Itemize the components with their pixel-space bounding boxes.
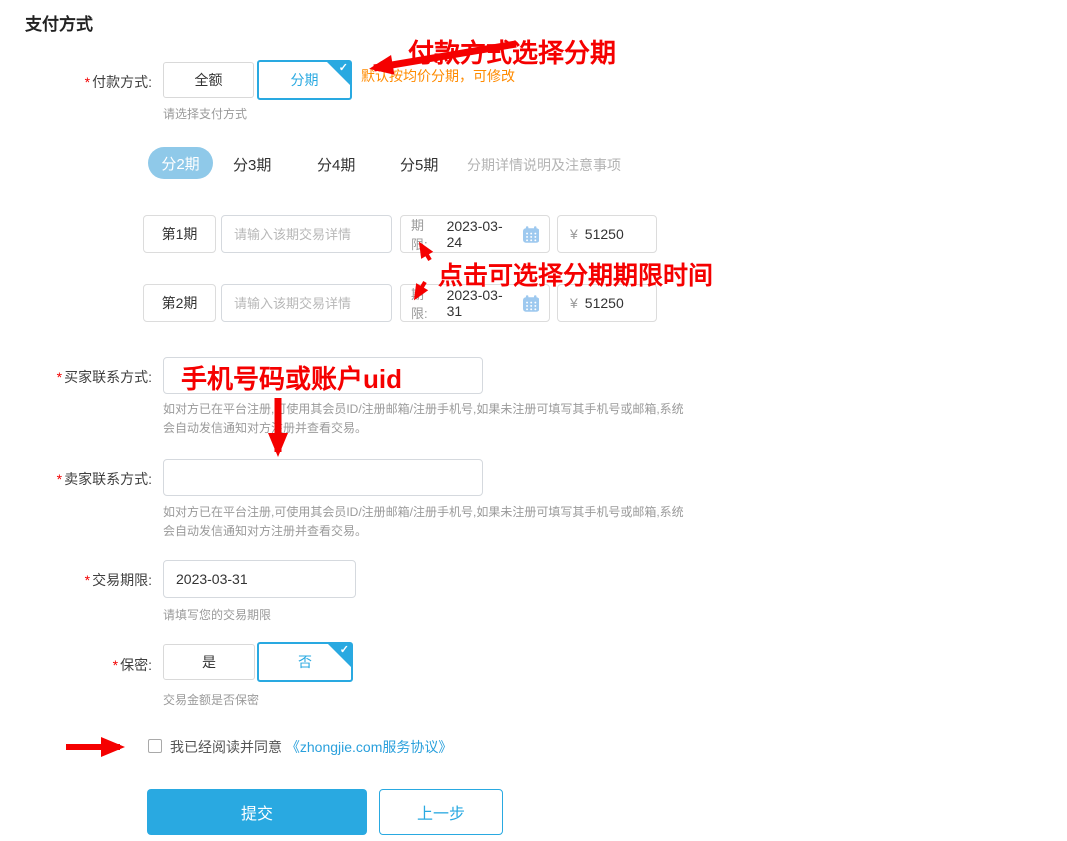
arrow-to-installment-button [374,44,516,68]
seller-contact-helper: 如对方已在平台注册,可使用其会员ID/注册邮箱/注册手机号,如果未注册可填写其手… [163,503,687,541]
period-2-deadline-date: 2023-03-31 [447,287,516,319]
agreement-text: 我已经阅读并同意 《zhongjie.com服务协议》 [170,737,452,757]
check-icon: ✓ [339,61,348,74]
period-1-label-box: 第1期 [143,215,216,253]
tab-3-installments[interactable]: 分3期 [233,154,271,175]
installment-payment-option-button[interactable]: 分期 ✓ [257,60,352,100]
check-icon: ✓ [340,643,349,656]
seller-contact-input[interactable] [163,459,483,496]
installment-info-link[interactable]: 分期详情说明及注意事项 [467,155,621,175]
page-title: 支付方式 [25,10,93,35]
period-1-amount-box[interactable]: ¥ 51250 [557,215,657,253]
deal-deadline-helper: 请填写您的交易期限 [163,606,271,623]
full-payment-option-button[interactable]: 全额 [163,62,254,98]
calendar-icon[interactable] [523,295,539,312]
payment-method-helper: 请选择支付方式 [163,105,247,122]
secrecy-no-button[interactable]: 否 ✓ [257,642,353,682]
period-2-detail-input[interactable] [221,284,392,322]
annotation-choose-installment: 付款方式选择分期 [408,33,616,70]
period-1-detail-input[interactable] [221,215,392,253]
tab-4-installments[interactable]: 分4期 [317,154,355,175]
buyer-contact-input[interactable] [163,357,483,394]
period-2-label-box: 第2期 [143,284,216,322]
currency-symbol: ¥ [570,226,578,242]
currency-symbol: ¥ [570,295,578,311]
seller-contact-label: *卖家联系方式: [0,469,152,489]
payment-method-label: *付款方式: [0,72,152,92]
agreement-checkbox[interactable] [148,739,162,753]
period-2-deadline-box[interactable]: 期限: 2023-03-31 [400,284,550,322]
secrecy-helper: 交易金额是否保密 [163,691,259,708]
tab-2-installments[interactable]: 分2期 [148,147,213,179]
payment-method-page: 支付方式 *付款方式: 全额 分期 ✓ 默认按均价分期，可修改 请选择支付方式 … [0,0,1067,841]
deal-deadline-label: *交易期限: [0,570,152,590]
required-asterisk: * [85,74,90,90]
required-asterisk: * [113,657,118,673]
previous-step-button[interactable]: 上一步 [379,789,503,835]
period-1-deadline-date: 2023-03-24 [447,218,516,250]
submit-button[interactable]: 提交 [147,789,367,835]
period-2-amount: 51250 [585,295,624,311]
installment-default-note: 默认按均价分期，可修改 [361,66,515,86]
secrecy-yes-button[interactable]: 是 [163,644,255,680]
required-asterisk: * [57,369,62,385]
tab-5-installments[interactable]: 分5期 [400,154,438,175]
period-1-amount: 51250 [585,226,624,242]
deal-deadline-input[interactable] [163,560,356,598]
period-1-deadline-box[interactable]: 期限: 2023-03-24 [400,215,550,253]
buyer-contact-helper: 如对方已在平台注册,可使用其会员ID/注册邮箱/注册手机号,如果未注册可填写其手… [163,400,687,438]
buyer-contact-label: *买家联系方式: [0,367,152,387]
calendar-icon[interactable] [523,226,539,243]
secrecy-label: *保密: [0,655,152,675]
period-2-amount-box[interactable]: ¥ 51250 [557,284,657,322]
required-asterisk: * [57,471,62,487]
service-agreement-link[interactable]: 《zhongjie.com服务协议》 [286,739,453,755]
required-asterisk: * [85,572,90,588]
